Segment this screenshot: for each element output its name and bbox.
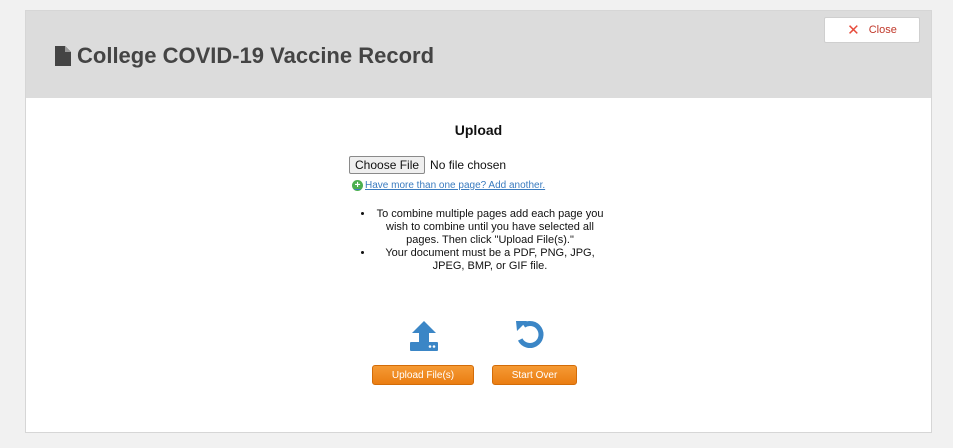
document-icon	[55, 46, 71, 66]
page-title: College COVID-19 Vaccine Record	[53, 43, 434, 69]
upload-files-button[interactable]: Upload File(s)	[372, 365, 474, 385]
upload-icon[interactable]	[409, 320, 439, 352]
restart-icon[interactable]	[513, 318, 545, 350]
plus-circle-icon: +	[352, 180, 363, 191]
dialog-header: College COVID-19 Vaccine Record ✕ Close	[26, 11, 931, 98]
dialog-title-text: College COVID-19 Vaccine Record	[77, 43, 435, 68]
start-over-button[interactable]: Start Over	[492, 365, 577, 385]
upload-instructions: To combine multiple pages add each page …	[356, 208, 606, 273]
add-another-link-text: Have more than one page? Add another.	[365, 180, 546, 191]
upload-section: Upload Choose File No file chosen + Have…	[26, 98, 931, 434]
close-button[interactable]: ✕ Close	[824, 17, 920, 43]
add-another-page-link[interactable]: + Have more than one page? Add another.	[352, 180, 545, 191]
instruction-item: Your document must be a PDF, PNG, JPG, J…	[374, 247, 606, 273]
choose-file-button[interactable]: Choose File	[349, 156, 426, 174]
upload-heading: Upload	[454, 122, 503, 138]
instruction-item: To combine multiple pages add each page …	[374, 208, 606, 247]
vaccine-record-dialog: College COVID-19 Vaccine Record ✕ Close …	[25, 10, 932, 433]
file-status-text: No file chosen	[430, 158, 507, 172]
close-x-icon: ✕	[847, 21, 860, 39]
close-button-label: Close	[868, 24, 897, 36]
file-input[interactable]: Choose File No file chosen	[349, 156, 506, 174]
